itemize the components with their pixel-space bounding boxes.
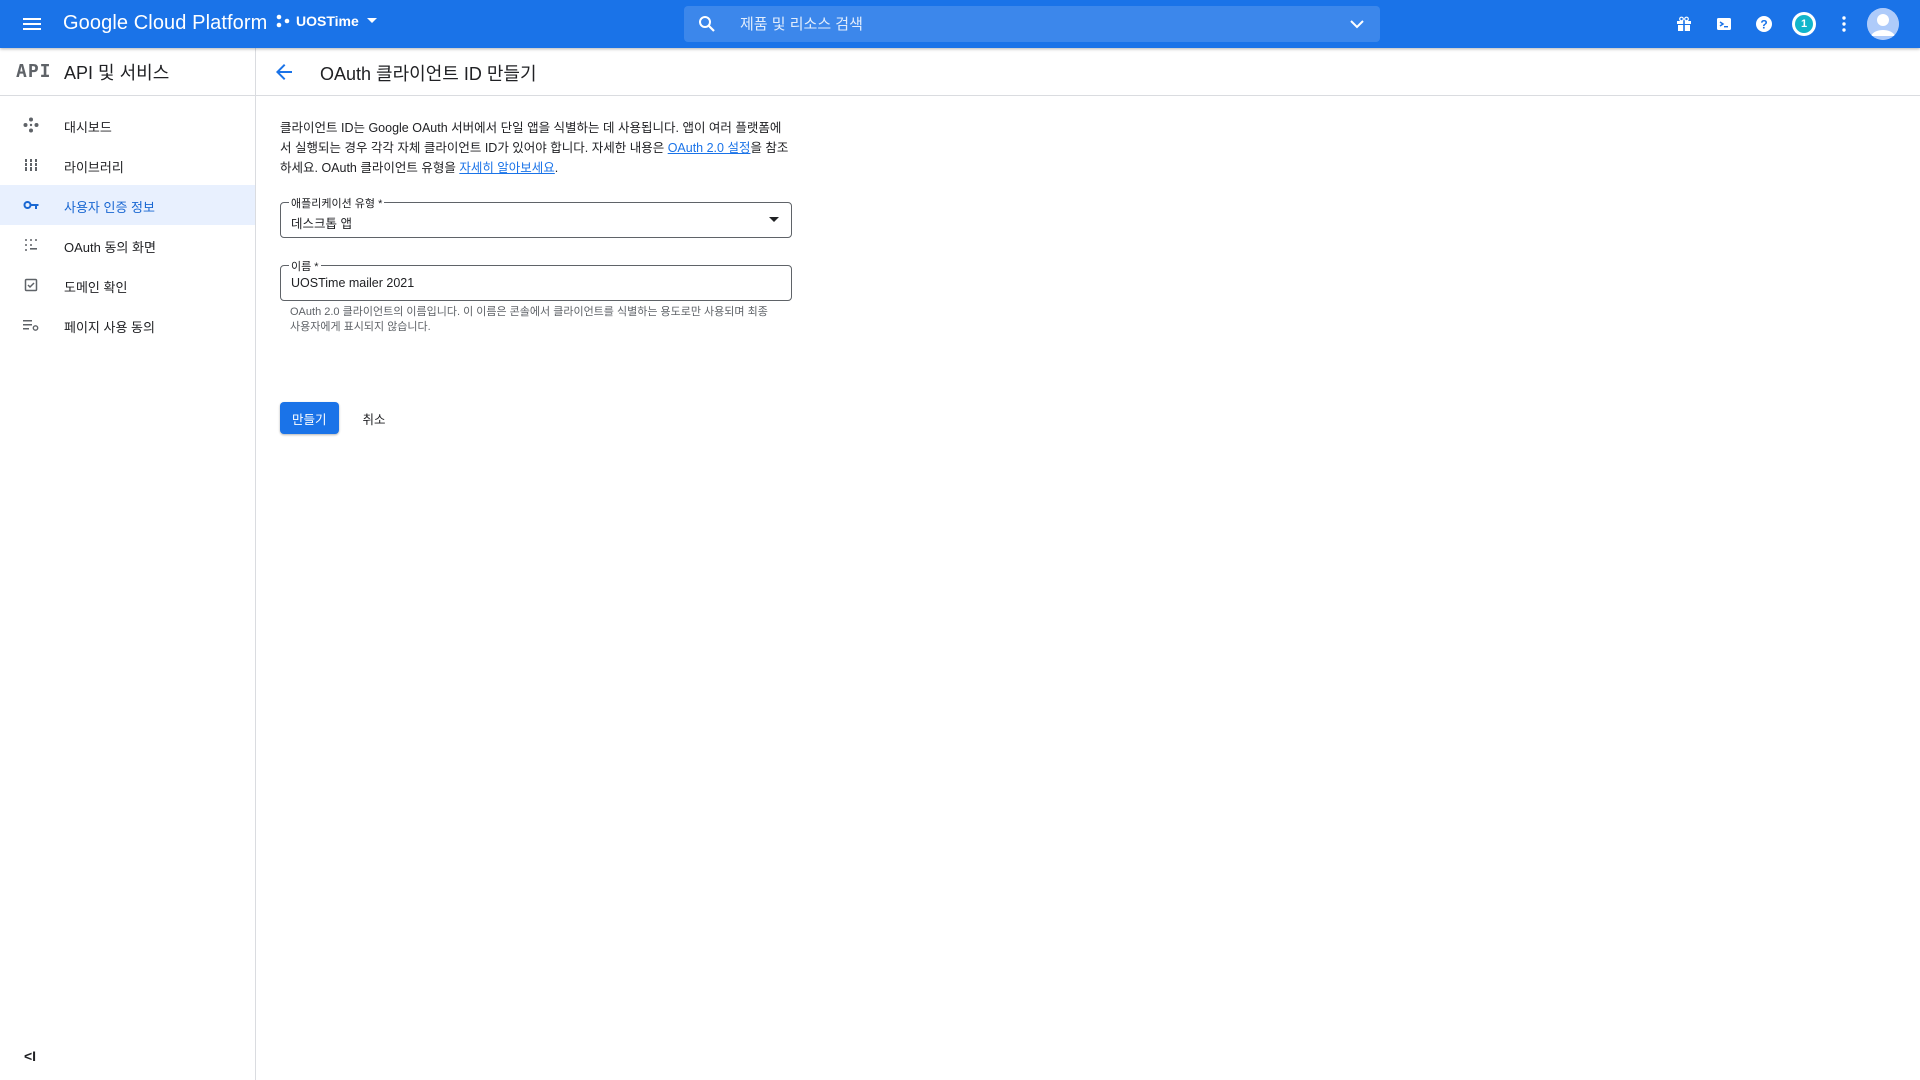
svg-text:?: ? bbox=[1760, 18, 1767, 32]
project-name: UOSTime bbox=[296, 13, 359, 29]
sidebar-item-library[interactable]: 라이브러리 bbox=[0, 145, 255, 185]
name-field[interactable]: 이름 * UOSTime mailer 2021 bbox=[280, 258, 792, 301]
sidebar-header: API API 및 서비스 bbox=[0, 48, 255, 96]
consent-icon bbox=[23, 237, 39, 253]
chevron-down-icon bbox=[366, 18, 377, 23]
notifications-button[interactable]: 1 bbox=[1792, 12, 1816, 36]
brand-title[interactable]: Google Cloud Platform bbox=[63, 12, 267, 35]
library-icon bbox=[23, 157, 39, 173]
cloud-shell-icon[interactable] bbox=[1712, 12, 1736, 36]
checkbox-icon bbox=[23, 277, 39, 293]
sidebar-item-oauth-consent[interactable]: OAuth 동의 화면 bbox=[0, 225, 255, 265]
cancel-button[interactable]: 취소 bbox=[351, 402, 398, 434]
sidebar-item-label: 대시보드 bbox=[64, 120, 112, 135]
top-app-bar: Google Cloud Platform UOSTime ? 1 bbox=[0, 0, 1920, 48]
project-selector[interactable]: UOSTime bbox=[276, 13, 383, 29]
key-icon bbox=[23, 197, 39, 213]
create-button[interactable]: 만들기 bbox=[280, 402, 339, 434]
avatar[interactable] bbox=[1867, 8, 1899, 40]
gift-icon[interactable] bbox=[1672, 12, 1696, 36]
project-icon bbox=[276, 14, 290, 28]
sidebar-nav: 대시보드 라이브러리 사용자 인증 정보 OAuth 동의 화면 도메인 확인 bbox=[0, 105, 255, 345]
name-input[interactable]: UOSTime mailer 2021 bbox=[291, 276, 414, 290]
help-icon[interactable]: ? bbox=[1752, 12, 1776, 36]
sidebar-item-label: 라이브러리 bbox=[64, 160, 124, 175]
api-logo: API bbox=[16, 61, 52, 82]
application-type-label: 애플리케이션 유형 * bbox=[289, 195, 385, 211]
name-label: 이름 * bbox=[289, 258, 321, 274]
sidebar-item-credentials[interactable]: 사용자 인증 정보 bbox=[0, 185, 255, 225]
page-header: OAuth 클라이언트 ID 만들기 bbox=[256, 48, 1920, 96]
sidebar-item-dashboard[interactable]: 대시보드 bbox=[0, 105, 255, 145]
form-content: 클라이언트 ID는 Google OAuth 서버에서 단일 앱을 식별하는 데… bbox=[280, 118, 792, 335]
application-type-select[interactable]: 애플리케이션 유형 * 데스크톱 앱 bbox=[280, 195, 792, 238]
oauth-setup-link[interactable]: OAuth 2.0 설정 bbox=[668, 141, 751, 155]
intro-text: 클라이언트 ID는 Google OAuth 서버에서 단일 앱을 식별하는 데… bbox=[280, 118, 790, 178]
sidebar-title: API 및 서비스 bbox=[64, 63, 170, 83]
application-type-value: 데스크톱 앱 bbox=[291, 217, 352, 231]
name-hint: OAuth 2.0 클라이언트의 이름입니다. 이 이름은 콘솔에서 클라이언트… bbox=[290, 306, 768, 333]
learn-more-link[interactable]: 자세히 알아보세요 bbox=[459, 161, 554, 175]
menu-icon[interactable] bbox=[20, 12, 44, 36]
chevron-down-icon[interactable] bbox=[1348, 15, 1366, 33]
more-vert-icon[interactable] bbox=[1832, 12, 1856, 36]
sidebar-item-label: 도메인 확인 bbox=[64, 280, 128, 295]
page-title: OAuth 클라이언트 ID 만들기 bbox=[320, 64, 537, 84]
notification-count: 1 bbox=[1795, 15, 1813, 33]
intro-text-part: . bbox=[554, 161, 559, 175]
dashboard-icon bbox=[23, 117, 39, 133]
settings-list-icon bbox=[23, 317, 39, 333]
search-icon bbox=[699, 16, 715, 32]
sidebar-item-label: 사용자 인증 정보 bbox=[64, 200, 155, 215]
sidebar-item-domain-verification[interactable]: 도메인 확인 bbox=[0, 265, 255, 305]
sidebar-item-page-usage-agreement[interactable]: 페이지 사용 동의 bbox=[0, 305, 255, 345]
back-arrow-icon[interactable] bbox=[272, 60, 296, 84]
sidebar: API API 및 서비스 대시보드 라이브러리 사용자 인증 정보 OAuth… bbox=[0, 48, 256, 1080]
search-bar bbox=[684, 6, 1380, 42]
dropdown-arrow-icon bbox=[769, 217, 779, 222]
collapse-sidebar-button[interactable]: <I bbox=[24, 1048, 36, 1064]
search-input[interactable] bbox=[740, 6, 1320, 42]
sidebar-item-label: 페이지 사용 동의 bbox=[64, 320, 155, 335]
form-actions: 만들기 취소 bbox=[280, 402, 398, 434]
sidebar-item-label: OAuth 동의 화면 bbox=[64, 240, 156, 255]
